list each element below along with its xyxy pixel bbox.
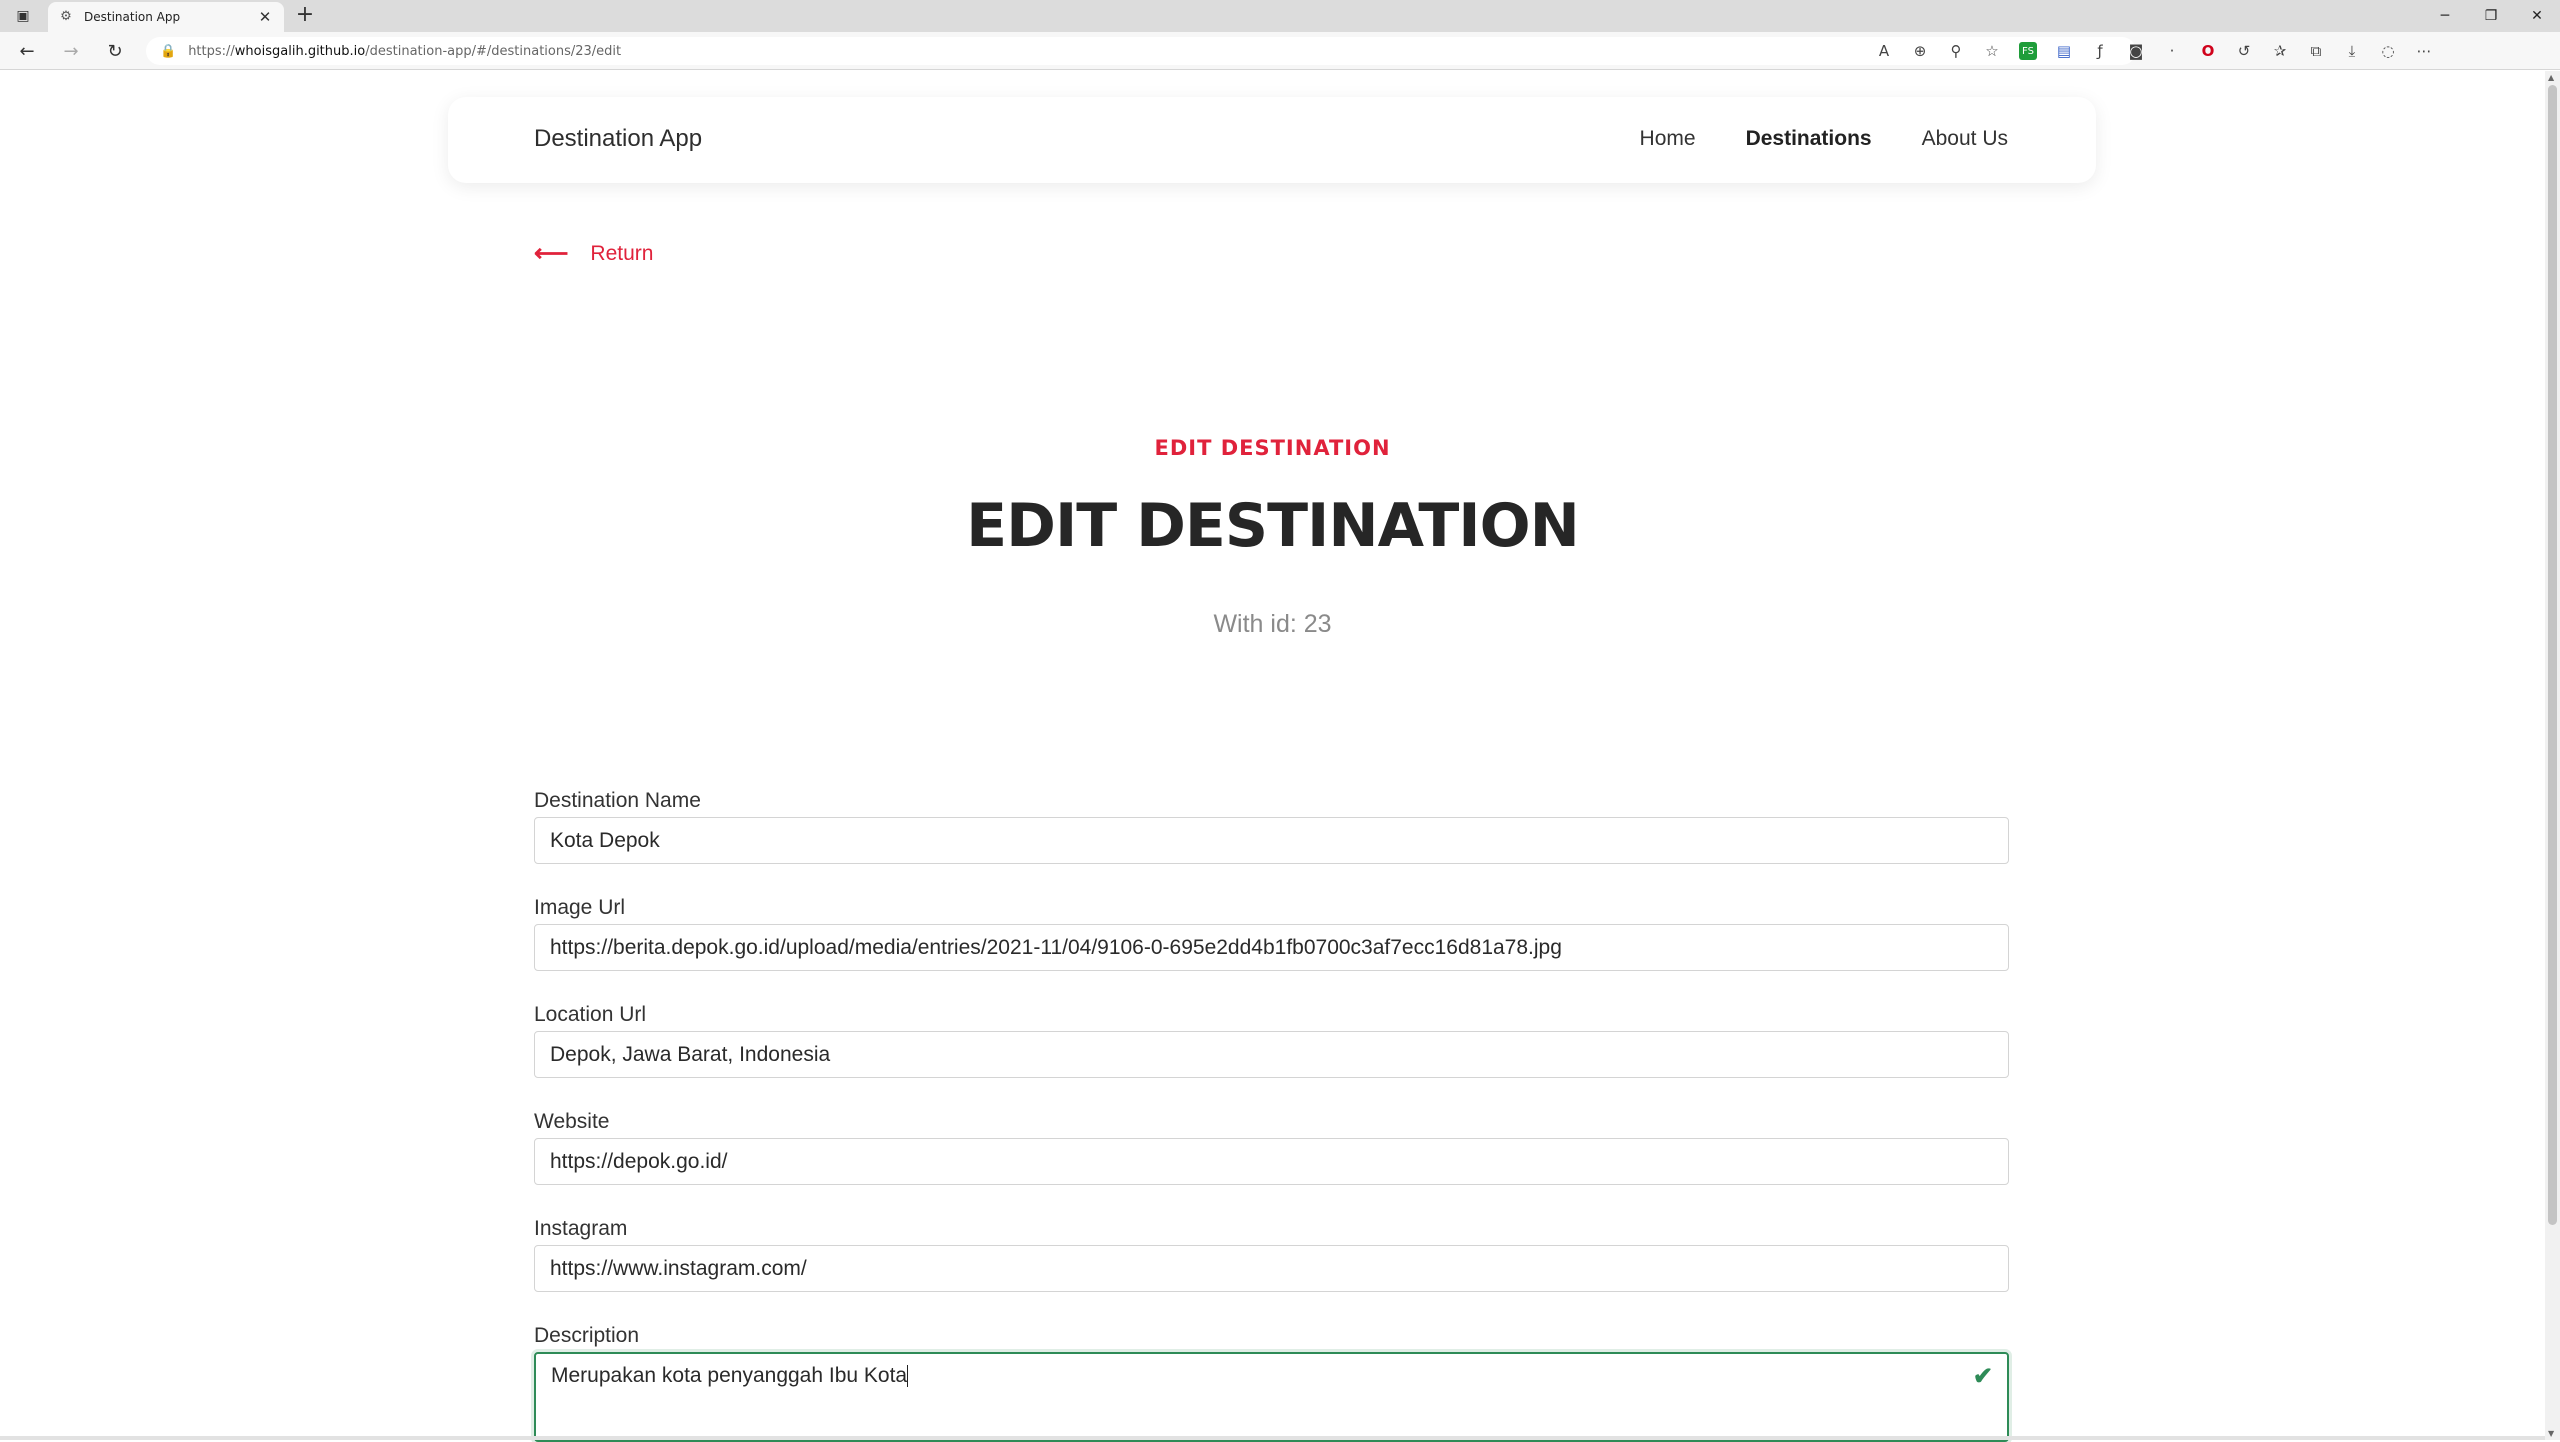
refresh-extension-icon[interactable]: ↺ <box>2226 38 2262 64</box>
nav-about-us[interactable]: About Us <box>1922 127 2008 151</box>
extension-dot-icon[interactable]: · <box>2154 38 2190 64</box>
lock-icon: 🔒 <box>160 43 177 59</box>
nav-destinations[interactable]: Destinations <box>1746 127 1872 151</box>
arrow-left-icon: ⟵ <box>534 240 569 267</box>
copilot-icon[interactable]: ◌ <box>2370 38 2406 64</box>
browser-toolbar: ← → ↻ 🔒 https://whoisgalih.github.io/des… <box>0 32 2560 70</box>
scroll-up-icon[interactable]: ▲ <box>2548 73 2554 82</box>
tab-strip: ▣ ⚙ Destination App ✕ + ─ ❐ ✕ <box>0 0 2560 32</box>
read-aloud-icon[interactable]: A <box>1866 38 1902 64</box>
close-window-icon[interactable]: ✕ <box>2514 0 2560 32</box>
forward-icon[interactable]: → <box>56 38 86 64</box>
url-host: whoisgalih.github.io <box>234 43 366 59</box>
restore-icon[interactable]: ❐ <box>2468 0 2514 32</box>
more-menu-icon[interactable]: ⋯ <box>2406 38 2442 64</box>
description-textarea[interactable]: Merupakan kota penyanggah Ibu Kota ✔ <box>534 1352 2009 1442</box>
favorites-icon[interactable]: ✰ <box>2262 38 2298 64</box>
toolbar-icons: A ⊕ ⚲ ☆ FS ▤ ƒ ◙ · O ↺ ✰ ⧉ ⤓ ◌ ⋯ <box>1866 38 2442 64</box>
location-url-input[interactable]: Depok, Jawa Barat, Indonesia <box>534 1031 2009 1078</box>
window-controls: ─ ❐ ✕ <box>2422 0 2560 32</box>
website-label: Website <box>534 1110 610 1133</box>
back-icon[interactable]: ← <box>12 38 42 64</box>
tab-close-icon[interactable]: ✕ <box>256 8 274 26</box>
url-path: /destination-app/#/destinations/23/edit <box>365 43 622 59</box>
tab-favicon-icon: ⚙ <box>60 9 72 24</box>
app-brand[interactable]: Destination App <box>534 125 702 153</box>
instagram-input[interactable]: https://www.instagram.com/ <box>534 1245 2009 1292</box>
description-label: Description <box>534 1324 640 1347</box>
horizontal-scroll-track <box>0 1436 2545 1440</box>
tab-actions-icon[interactable]: ▣ <box>10 4 36 28</box>
hero-subtitle: With id: 23 <box>1213 610 1332 638</box>
browser-tab[interactable]: ⚙ Destination App ✕ <box>48 2 284 32</box>
hero-eyebrow: EDIT DESTINATION <box>1154 436 1391 460</box>
image-url-input[interactable]: https://berita.depok.go.id/upload/media/… <box>534 924 2009 971</box>
destination-name-input[interactable]: Kota Depok <box>534 817 2009 864</box>
translate-icon[interactable]: ⚲ <box>1938 38 1974 64</box>
app-navbar: Destination App Home Destinations About … <box>448 97 2096 183</box>
new-tab-icon[interactable]: + <box>292 4 318 28</box>
page: Destination App Home Destinations About … <box>0 71 2545 1442</box>
edit-destination-form: Destination Name Kota Depok Image Url ht… <box>534 785 2009 1442</box>
return-link[interactable]: ⟵ Return <box>534 239 653 268</box>
collections-icon[interactable]: ⧉ <box>2298 38 2334 64</box>
page-scrollbar[interactable]: ▲ ▼ <box>2545 71 2560 1440</box>
page-title: EDIT DESTINATION <box>966 491 1580 561</box>
minimize-icon[interactable]: ─ <box>2422 0 2468 32</box>
return-label: Return <box>590 241 654 265</box>
scroll-down-icon[interactable]: ▼ <box>2548 1429 2554 1438</box>
nav-home[interactable]: Home <box>1640 127 1696 151</box>
favorite-add-icon[interactable]: ☆ <box>1974 38 2010 64</box>
scrollbar-thumb[interactable] <box>2548 85 2557 1225</box>
description-value: Merupakan kota penyanggah Ibu Kota <box>551 1364 908 1387</box>
extension-fs-icon[interactable]: FS <box>2019 42 2037 60</box>
valid-check-icon: ✔ <box>1972 1363 1993 1390</box>
nav-links: Home Destinations About Us <box>1640 127 2008 151</box>
image-url-label: Image Url <box>534 896 626 919</box>
zoom-icon[interactable]: ⊕ <box>1902 38 1938 64</box>
destination-name-label: Destination Name <box>534 789 701 812</box>
address-bar[interactable]: 🔒 https://whoisgalih.github.io/destinati… <box>146 37 2136 65</box>
url-prefix: https:// <box>188 43 235 59</box>
extension-save-icon[interactable]: ▤ <box>2046 38 2082 64</box>
extension-opera-icon[interactable]: O <box>2190 38 2226 64</box>
instagram-label: Instagram <box>534 1217 628 1240</box>
website-input[interactable]: https://depok.go.id/ <box>534 1138 2009 1185</box>
downloads-icon[interactable]: ⤓ <box>2334 38 2370 64</box>
reload-icon[interactable]: ↻ <box>100 38 130 64</box>
tab-title: Destination App <box>84 10 181 24</box>
extension-function-icon[interactable]: ƒ <box>2082 38 2118 64</box>
location-url-label: Location Url <box>534 1003 647 1026</box>
screenshot-icon[interactable]: ◙ <box>2118 38 2154 64</box>
text-caret <box>907 1365 909 1388</box>
